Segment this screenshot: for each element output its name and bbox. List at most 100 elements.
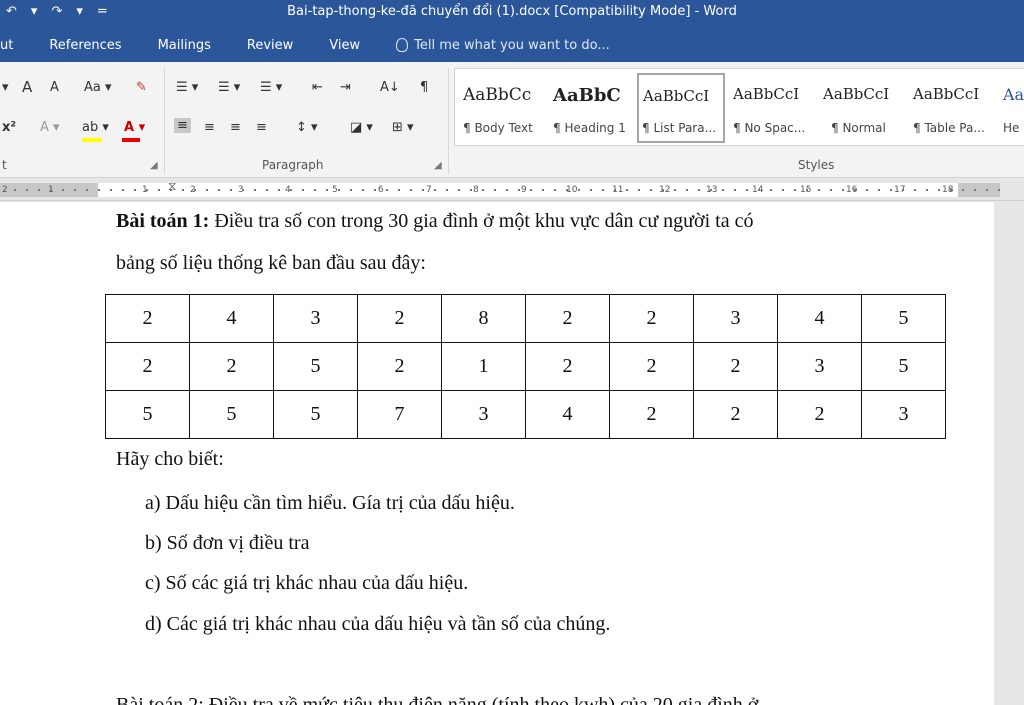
bullets-button[interactable]: ☰ ▾ <box>176 80 198 95</box>
paragraph-dialog-launcher-icon[interactable]: ◢ <box>434 160 442 171</box>
ruler-tick-mark <box>878 189 880 191</box>
highlight-color-button[interactable]: ab ▾ <box>82 120 109 135</box>
sort-button[interactable]: A↓ <box>380 80 400 95</box>
table-cell[interactable]: 5 <box>105 390 190 439</box>
indent-marker-icon[interactable]: ⧖ <box>168 179 176 194</box>
table-cell[interactable]: 2 <box>693 342 778 391</box>
problem-1-heading: Bài toán 1: <box>116 210 210 232</box>
table-cell[interactable]: 4 <box>525 390 610 439</box>
table-cell[interactable]: 2 <box>693 390 778 439</box>
table-cell[interactable]: 5 <box>189 390 274 439</box>
table-cell[interactable]: 8 <box>441 294 526 343</box>
table-cell[interactable]: 7 <box>357 390 442 439</box>
ruler-tick-mark <box>614 189 616 191</box>
style-no-spacing[interactable]: AaBbCcI ¶ No Spac... <box>727 73 815 143</box>
shading-button[interactable]: ◪ ▾ <box>350 120 373 135</box>
ruler-tick-mark <box>842 189 844 191</box>
style-normal[interactable]: AaBbCcI ¶ Normal <box>817 73 905 143</box>
tab-references[interactable]: References <box>31 38 139 53</box>
align-center-button[interactable]: ≡ <box>204 120 215 135</box>
table-cell[interactable]: 5 <box>273 390 358 439</box>
tell-me-text: Tell me what you want to do... <box>414 37 610 53</box>
horizontal-ruler[interactable]: ⧖ 21123456789101112131415161718 <box>0 179 1024 201</box>
document-page[interactable]: Bài toán 1: Điều tra số con trong 30 gia… <box>0 202 994 705</box>
shrink-font-button[interactable]: A <box>50 80 59 95</box>
ruler-tick-mark <box>830 189 832 191</box>
tab-view[interactable]: View <box>311 38 378 53</box>
ruler-tick-mark <box>938 189 940 191</box>
justify-button[interactable]: ≡ <box>256 120 267 135</box>
table-cell[interactable]: 3 <box>693 294 778 343</box>
font-color-button[interactable]: A ▾ <box>124 120 145 135</box>
ruler-tick-mark <box>302 189 304 191</box>
table-cell[interactable]: 2 <box>609 294 694 343</box>
table-cell[interactable]: 5 <box>861 342 946 391</box>
style-body-text[interactable]: AaBbCc ¶ Body Text <box>457 73 545 143</box>
ruler-tick-mark <box>158 189 160 191</box>
tab-layout[interactable]: ut <box>0 38 31 53</box>
ruler-tick-mark <box>146 189 148 191</box>
style-name: ¶ List Para... <box>642 121 717 135</box>
table-cell[interactable]: 5 <box>273 342 358 391</box>
decrease-indent-button[interactable]: ⇤ <box>312 80 323 95</box>
style-list-paragraph[interactable]: AaBbCcI ¶ List Para... <box>637 73 725 143</box>
numbering-button[interactable]: ☰ ▾ <box>218 80 240 95</box>
table-cell[interactable]: 1 <box>441 342 526 391</box>
change-case-button[interactable]: Aa ▾ <box>84 80 112 95</box>
table-cell[interactable]: 3 <box>441 390 526 439</box>
style-table-paragraph[interactable]: AaBbCcI ¶ Table Pa... <box>907 73 995 143</box>
table-cell[interactable]: 2 <box>189 342 274 391</box>
ruler-tick-mark <box>710 189 712 191</box>
line-spacing-button[interactable]: ↕ ▾ <box>296 120 318 135</box>
superscript-button[interactable]: x² <box>2 120 16 135</box>
style-name: ¶ Table Pa... <box>913 121 985 135</box>
table-cell[interactable]: 2 <box>525 294 610 343</box>
ruler-tick-mark <box>74 189 76 191</box>
table-cell[interactable]: 2 <box>357 294 442 343</box>
grow-font-button[interactable]: A <box>22 78 32 96</box>
table-cell[interactable]: 2 <box>609 342 694 391</box>
ruler-tick-mark <box>266 189 268 191</box>
table-cell[interactable]: 3 <box>273 294 358 343</box>
borders-button[interactable]: ⊞ ▾ <box>392 120 414 135</box>
style-heading-1[interactable]: AaBbC ¶ Heading 1 <box>547 73 635 143</box>
tab-review[interactable]: Review <box>229 38 311 53</box>
text-effects-button[interactable]: A ▾ <box>40 120 60 135</box>
ruler-tick-mark <box>122 189 124 191</box>
table-cell[interactable]: 2 <box>105 342 190 391</box>
show-formatting-marks-button[interactable]: ¶ <box>420 80 428 95</box>
table-cell[interactable]: 2 <box>777 390 862 439</box>
table-cell[interactable]: 4 <box>777 294 862 343</box>
tell-me-box[interactable]: Tell me what you want to do... <box>378 38 610 53</box>
style-sample: Aa <box>1003 85 1024 104</box>
ruler-tick-mark <box>638 189 640 191</box>
problem-1-text: Điều tra số con trong 30 gia đình ở một … <box>209 210 754 232</box>
align-right-button[interactable]: ≡ <box>230 120 241 135</box>
font-size-dropdown-icon[interactable]: ▾ <box>2 80 9 95</box>
ruler-tick-mark <box>350 189 352 191</box>
styles-group-label: Styles <box>798 158 835 172</box>
table-cell[interactable]: 4 <box>189 294 274 343</box>
multilevel-list-button[interactable]: ☰ ▾ <box>260 80 282 95</box>
font-dialog-launcher-icon[interactable]: ◢ <box>150 160 158 171</box>
ruler-tick-mark <box>962 189 964 191</box>
ruler-tick-mark <box>926 189 928 191</box>
clear-formatting-icon[interactable]: ✎ <box>136 80 147 95</box>
ruler-tick-mark <box>806 189 808 191</box>
table-cell[interactable]: 2 <box>357 342 442 391</box>
align-left-button[interactable]: ≡ <box>174 118 191 133</box>
style-heading-partial[interactable]: Aa He <box>997 73 1024 143</box>
tab-mailings[interactable]: Mailings <box>140 38 229 53</box>
table-cell[interactable]: 5 <box>861 294 946 343</box>
ruler-tick-mark <box>62 189 64 191</box>
table-cell[interactable]: 3 <box>861 390 946 439</box>
table-row: 5557342223 <box>105 390 946 439</box>
table-cell[interactable]: 2 <box>105 294 190 343</box>
table-cell[interactable]: 2 <box>609 390 694 439</box>
table-cell[interactable]: 2 <box>525 342 610 391</box>
font-group-label: t <box>2 158 7 172</box>
increase-indent-button[interactable]: ⇥ <box>340 80 351 95</box>
ruler-tick-mark <box>650 189 652 191</box>
vertical-scrollbar[interactable] <box>994 202 1024 705</box>
table-cell[interactable]: 3 <box>777 342 862 391</box>
